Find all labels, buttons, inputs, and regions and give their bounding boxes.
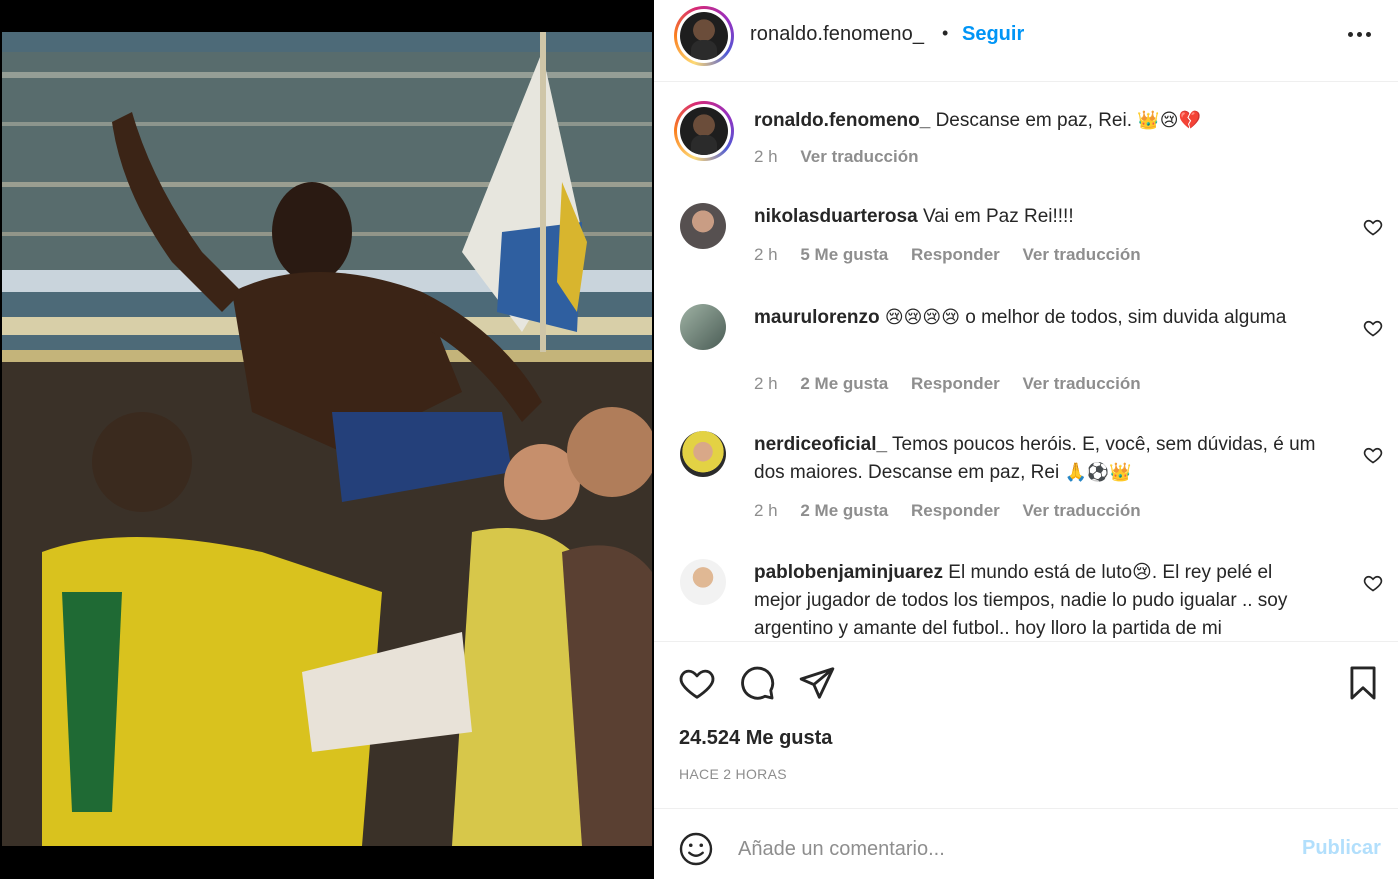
comment-time[interactable]: 2 h bbox=[754, 501, 778, 520]
post-photo[interactable] bbox=[2, 32, 652, 846]
comment-likes[interactable]: 2 Me gusta bbox=[800, 374, 888, 393]
comment-like-heart-icon[interactable] bbox=[1363, 217, 1383, 237]
comment-meta: 2 h 2 Me gusta Responder Ver traducción bbox=[754, 501, 1159, 521]
commenter-avatar[interactable] bbox=[680, 304, 726, 350]
comment-icon[interactable] bbox=[738, 664, 776, 702]
caption-emojis: 👑😢💔 bbox=[1137, 110, 1201, 131]
comment-username[interactable]: maurulorenzo bbox=[754, 307, 880, 328]
comment-text: pablobenjaminjuarez El mundo está de lut… bbox=[754, 559, 1324, 640]
share-icon[interactable] bbox=[798, 664, 836, 702]
likes-count[interactable]: 24.524 Me gusta bbox=[679, 727, 832, 750]
comment-body: Vai em Paz Rei!!!! bbox=[922, 206, 1074, 227]
photo-illustration bbox=[2, 32, 652, 846]
comment-body: o melhor de todos, sim duvida alguma bbox=[965, 307, 1287, 328]
caption-body: Descanse em paz, Rei. bbox=[935, 110, 1132, 131]
add-comment-bar: Publicar bbox=[654, 808, 1398, 879]
comment-text: maurulorenzo 😢😢😢😢 o melhor de todos, sim… bbox=[754, 304, 1324, 332]
comment-like-heart-icon[interactable] bbox=[1363, 573, 1383, 593]
comment-username[interactable]: nikolasduarterosa bbox=[754, 206, 918, 227]
comments-list[interactable]: ronaldo.fenomeno_ Descanse em paz, Rei. … bbox=[654, 83, 1398, 640]
author-avatar[interactable] bbox=[674, 6, 734, 66]
translate-link[interactable]: Ver traducción bbox=[1023, 501, 1141, 520]
caption-time[interactable]: 2 h bbox=[754, 147, 778, 166]
publish-button[interactable]: Publicar bbox=[1302, 837, 1381, 860]
comment-like-heart-icon[interactable] bbox=[1363, 445, 1383, 465]
reply-button[interactable]: Responder bbox=[911, 245, 1000, 264]
caption-text: ronaldo.fenomeno_ Descanse em paz, Rei. … bbox=[754, 107, 1324, 135]
comment-likes[interactable]: 5 Me gusta bbox=[800, 245, 888, 264]
comment-time[interactable]: 2 h bbox=[754, 374, 778, 393]
comment-time[interactable]: 2 h bbox=[754, 245, 778, 264]
comment-meta: 2 h 2 Me gusta Responder Ver traducción bbox=[754, 374, 1159, 394]
comment-likes[interactable]: 2 Me gusta bbox=[800, 501, 888, 520]
heart-icon[interactable] bbox=[678, 664, 716, 702]
post-details-panel: ronaldo.fenomeno_ • Seguir ronaldo.fenom… bbox=[654, 0, 1398, 879]
post-header: ronaldo.fenomeno_ • Seguir bbox=[654, 0, 1398, 82]
comment-username[interactable]: nerdiceoficial_ bbox=[754, 434, 887, 455]
translate-link[interactable]: Ver traducción bbox=[1023, 374, 1141, 393]
caption-meta: 2 h Ver traducción bbox=[754, 147, 936, 167]
comment-input[interactable] bbox=[738, 829, 1278, 869]
caption-translate-link[interactable]: Ver traducción bbox=[800, 147, 918, 166]
comment-emojis: 😢😢😢😢 bbox=[884, 307, 960, 328]
comment-text: nerdiceoficial_ Temos poucos heróis. E, … bbox=[754, 431, 1324, 487]
comment-like-heart-icon[interactable] bbox=[1363, 318, 1383, 338]
reply-button[interactable]: Responder bbox=[911, 501, 1000, 520]
post-media-pane bbox=[0, 0, 654, 879]
commenter-avatar[interactable] bbox=[680, 203, 726, 249]
post-timestamp[interactable]: HACE 2 HORAS bbox=[679, 766, 787, 782]
translate-link[interactable]: Ver traducción bbox=[1023, 245, 1141, 264]
comment-meta: 2 h 5 Me gusta Responder Ver traducción bbox=[754, 245, 1159, 265]
reply-button[interactable]: Responder bbox=[911, 374, 1000, 393]
more-options-icon[interactable] bbox=[1346, 22, 1376, 46]
caption-username[interactable]: ronaldo.fenomeno_ bbox=[754, 110, 930, 131]
separator-dot: • bbox=[942, 23, 949, 43]
emoji-picker-icon[interactable] bbox=[678, 831, 714, 867]
commenter-avatar[interactable] bbox=[680, 431, 726, 477]
comment-text: nikolasduarterosa Vai em Paz Rei!!!! bbox=[754, 203, 1324, 231]
caption-author-avatar[interactable] bbox=[674, 101, 734, 161]
comment-emojis: 🙏⚽👑 bbox=[1064, 462, 1132, 483]
comment-username[interactable]: pablobenjaminjuarez bbox=[754, 562, 943, 583]
author-username[interactable]: ronaldo.fenomeno_ bbox=[750, 23, 924, 46]
bookmark-icon[interactable] bbox=[1344, 664, 1382, 702]
commenter-avatar[interactable] bbox=[680, 559, 726, 605]
post-actions: 24.524 Me gusta HACE 2 HORAS bbox=[654, 641, 1398, 807]
follow-button[interactable]: Seguir bbox=[962, 23, 1024, 46]
